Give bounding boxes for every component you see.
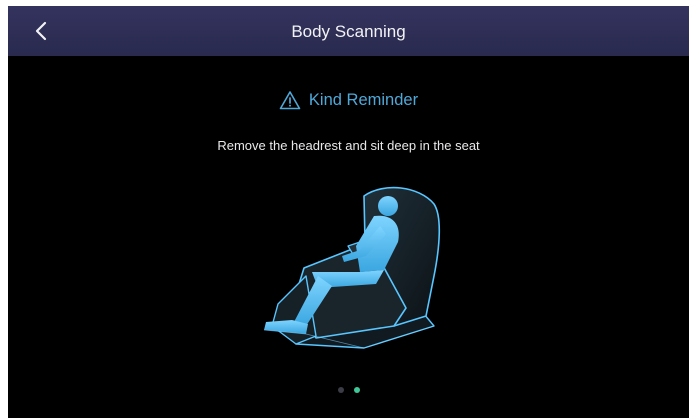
app-header: Body Scanning: [8, 6, 689, 56]
page-indicator: [8, 387, 689, 393]
massage-chair-illustration: [263, 186, 441, 349]
body-scanning-screen: Body Scanning Kind Reminder Remove the h…: [8, 6, 689, 418]
page-dot[interactable]: [337, 387, 344, 393]
page-dot-active[interactable]: [353, 387, 360, 393]
kind-reminder: Kind Reminder: [8, 88, 689, 112]
reminder-title: Kind Reminder: [308, 90, 419, 109]
instruction-text: Remove the headrest and sit deep in the …: [217, 138, 480, 153]
chevron-left-icon: [35, 21, 47, 41]
back-button[interactable]: [24, 14, 58, 48]
page-title: Body Scanning: [291, 22, 406, 41]
warning-icon: [279, 91, 301, 110]
